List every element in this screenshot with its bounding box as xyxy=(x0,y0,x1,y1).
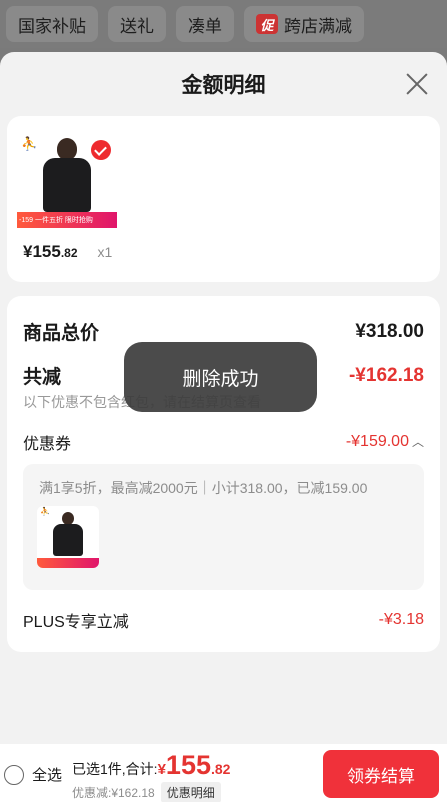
coupon-value: -¥159.00 xyxy=(345,433,409,450)
filter-tag-bar: 国家补贴 送礼 凑单 促 跨店满减 xyxy=(0,0,447,48)
total-label: 商品总价 xyxy=(23,323,100,344)
total-row: 商品总价 ¥318.00 xyxy=(23,318,424,345)
checkout-button[interactable]: 领券结算 xyxy=(323,750,439,798)
coupon-product-thumbnail[interactable]: ⛹ xyxy=(37,506,99,568)
coupon-row[interactable]: 优惠券 -¥159.00 ︿ xyxy=(23,430,424,454)
price-dec: .82 xyxy=(60,246,78,260)
plus-discount-row: PLUS专享立减 -¥3.18 xyxy=(23,608,424,632)
chevron-up-icon[interactable]: ︿ xyxy=(412,435,424,449)
checkout-bar: 全选 已选1件,合计: ¥ 155 .82 优惠减:¥162.18 优惠明细 领… xyxy=(0,744,447,802)
discount-detail-button[interactable]: 优惠明细 xyxy=(160,782,221,802)
product-price-row: ¥155.82 x1 xyxy=(23,242,112,262)
product-quantity: x1 xyxy=(97,244,113,260)
tag-cross-store-discount[interactable]: 促 跨店满减 xyxy=(244,6,364,42)
select-all-control[interactable]: 全选 xyxy=(4,764,62,785)
sum-line: 已选1件,合计: ¥ 155 .82 xyxy=(72,750,230,781)
product-image-banner: -159 一件五折 限时抢购 xyxy=(17,212,117,228)
sum-currency: ¥ xyxy=(157,761,166,778)
tag-combine-order[interactable]: 凑单 xyxy=(176,6,234,42)
selected-check-icon[interactable] xyxy=(91,140,111,160)
tag-national-subsidy[interactable]: 国家补贴 xyxy=(6,6,98,42)
close-icon[interactable] xyxy=(403,70,431,98)
sheet-header: 金额明细 xyxy=(0,52,447,116)
coupon-value-wrap: -¥159.00 ︿ xyxy=(346,433,424,451)
sum-dec: .82 xyxy=(210,761,231,777)
plus-label: PLUS专享立减 xyxy=(23,614,129,631)
sum-text: 已选1件,合计: xyxy=(72,761,158,777)
product-photo xyxy=(39,138,95,212)
reduce-label: 共减 xyxy=(23,367,62,388)
product-photo xyxy=(51,512,85,556)
select-all-label: 全选 xyxy=(32,767,63,784)
coupon-description: 满1享5折，最高减2000元｜小计318.00，已减159.00 xyxy=(39,480,368,496)
product-price: ¥155.82 xyxy=(23,242,78,262)
promo-badge-icon: 促 xyxy=(256,14,278,34)
plus-value: -¥3.18 xyxy=(378,611,424,628)
banner-price: -159 xyxy=(19,216,34,224)
banner-text: 一件五折 限时抢购 xyxy=(34,217,93,224)
jumpman-logo-icon: ⛹ xyxy=(21,136,38,151)
sheet-title: 金额明细 xyxy=(181,74,266,97)
coupon-detail-box: 满1享5折，最高减2000元｜小计318.00，已减159.00 ⛹ xyxy=(23,464,424,590)
tag-label: 国家补贴 xyxy=(18,16,86,36)
tag-gift[interactable]: 送礼 xyxy=(108,6,166,42)
amount-detail-sheet: 金额明细 ⛹ -159 一件五折 限时抢购 ¥155.82 x1 商品总价 ¥3… xyxy=(0,52,447,802)
discount-line: 优惠减:¥162.18 优惠明细 xyxy=(72,782,221,802)
tag-label: 凑单 xyxy=(188,16,222,36)
mini-banner xyxy=(37,558,99,568)
price-int: ¥155 xyxy=(23,242,61,261)
tag-label: 送礼 xyxy=(120,16,154,36)
sum-int: 155 xyxy=(165,750,211,780)
product-card: ⛹ -159 一件五折 限时抢购 ¥155.82 x1 xyxy=(7,116,440,282)
toast-message: 删除成功 xyxy=(124,342,317,412)
select-all-radio[interactable] xyxy=(4,764,24,785)
discount-text: 优惠减:¥162.18 xyxy=(72,786,155,800)
total-value: ¥318.00 xyxy=(355,320,424,342)
reduce-value: -¥162.18 xyxy=(348,364,424,386)
jumpman-logo-icon: ⛹ xyxy=(40,507,50,516)
coupon-label: 优惠券 xyxy=(23,436,72,453)
tag-label: 跨店满减 xyxy=(284,16,352,36)
